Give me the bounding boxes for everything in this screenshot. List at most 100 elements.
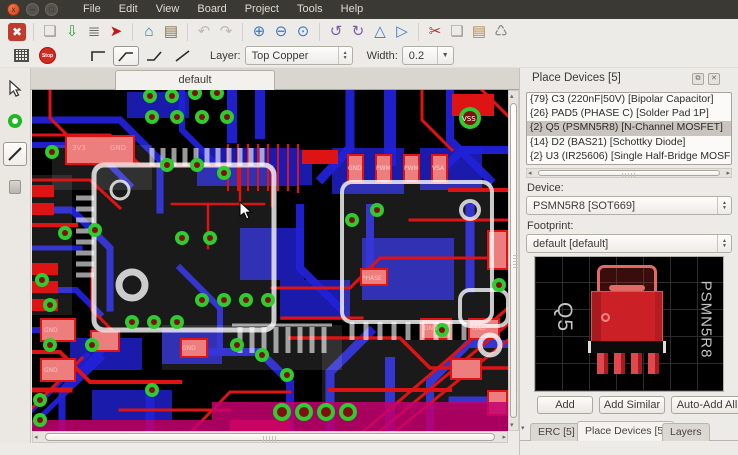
menu-project[interactable]: Project: [236, 0, 288, 19]
scroll-right-icon[interactable]: ▸: [502, 433, 506, 441]
menu-file[interactable]: File: [74, 0, 110, 19]
list-hscroll-thumb[interactable]: [538, 170, 720, 176]
net-label: GND: [182, 345, 196, 352]
list-item[interactable]: {79} C3 (220nF|50V) [Bipolar Capacitor]: [527, 93, 731, 107]
menu-tools[interactable]: Tools: [288, 0, 332, 19]
device-list-hscrollbar[interactable]: ◂ ▸: [526, 168, 732, 178]
cut-icon[interactable]: ✂: [424, 22, 446, 42]
scroll-left-icon[interactable]: ◂: [34, 433, 38, 441]
net-label: GND: [110, 144, 126, 152]
scroll-up-icon[interactable]: ▴: [510, 92, 514, 100]
preview-partname: PSMN5R8: [698, 281, 715, 359]
add-similar-button[interactable]: Add Similar: [599, 396, 665, 414]
minimize-window-icon[interactable]: –: [26, 3, 39, 16]
undo-icon[interactable]: ↶: [193, 22, 215, 42]
net-label: PWM: [404, 165, 419, 172]
redo-icon[interactable]: ↷: [215, 22, 237, 42]
list-item[interactable]: {2} U3 (IR25606) [Single Half-Bridge MOS…: [527, 150, 731, 164]
titlebar: x – □ File Edit View Board Project Tools…: [0, 0, 738, 19]
toolbar-separator: [33, 23, 34, 41]
spinner-icon[interactable]: ▲▼: [717, 197, 731, 214]
net-label: VSA: [432, 165, 445, 172]
home-icon[interactable]: ⌂: [138, 22, 160, 42]
delete-icon[interactable]: ♺: [490, 22, 512, 42]
package-leg: [631, 353, 642, 374]
scroll-down-icon[interactable]: ▾: [510, 421, 514, 429]
scroll-left-icon[interactable]: ◂: [528, 169, 532, 177]
panel-title: Place Devices [5]: [532, 72, 621, 84]
preview-refdes: Q5: [552, 302, 576, 332]
menu-help[interactable]: Help: [332, 0, 373, 19]
export-pdf-icon[interactable]: ➤: [105, 22, 127, 42]
spinner-icon[interactable]: ▲▼: [338, 47, 352, 64]
package-hole: [601, 313, 610, 322]
via-tool[interactable]: [3, 109, 27, 133]
close-board-icon[interactable]: ✖: [8, 23, 26, 41]
flip-vertical-icon[interactable]: △: [369, 22, 391, 42]
panel-bottom-tabs: ERC [5] Place Devices [5] Layers: [520, 420, 738, 441]
grid-icon[interactable]: [14, 49, 29, 62]
rotate-ccw-icon[interactable]: ↺: [325, 22, 347, 42]
menu-board[interactable]: Board: [188, 0, 235, 19]
route-style-direct-icon[interactable]: [169, 46, 195, 66]
flip-horizontal-icon[interactable]: ▷: [391, 22, 413, 42]
list-item-selected[interactable]: {2} Q5 (PSMN5R8) [N-Channel MOSFET]: [527, 121, 731, 135]
via-ring-icon: [8, 114, 22, 128]
buffer-tool[interactable]: [3, 175, 27, 199]
pointer-tool[interactable]: [3, 76, 27, 100]
footprint-select[interactable]: default [default] ▲▼: [526, 234, 732, 253]
tab-place-devices[interactable]: Place Devices [5]: [577, 421, 674, 441]
canvas-vscrollbar[interactable]: ▴ ▾: [508, 90, 519, 431]
route-style-straight-then-diag-icon[interactable]: [141, 46, 167, 66]
net-label: GND: [424, 325, 438, 332]
copy-icon[interactable]: ❏: [446, 22, 468, 42]
package-band: [588, 341, 666, 353]
line-tool[interactable]: [3, 142, 27, 166]
package-leg: [597, 353, 608, 374]
auto-add-all-button[interactable]: Auto-Add All: [671, 396, 738, 414]
detach-panel-icon[interactable]: ⧉: [692, 73, 704, 85]
zoom-out-icon[interactable]: ⊖: [270, 22, 292, 42]
chevron-down-icon[interactable]: ▼: [437, 47, 453, 64]
menu-edit[interactable]: Edit: [110, 0, 147, 19]
width-select[interactable]: 0.2 ▼: [402, 46, 454, 65]
zoom-in-icon[interactable]: ⊕: [248, 22, 270, 42]
route-style-orthogonal-icon[interactable]: [85, 46, 111, 66]
pad: [32, 185, 54, 197]
device-select[interactable]: PSMN5R8 [SOT669] ▲▼: [526, 196, 732, 215]
add-button[interactable]: Add: [537, 396, 593, 414]
spinner-icon[interactable]: ▲▼: [717, 235, 731, 252]
print-icon[interactable]: ≣: [83, 22, 105, 42]
vscroll-thumb[interactable]: [510, 103, 517, 418]
rotate-cw-icon[interactable]: ↻: [347, 22, 369, 42]
board-properties-icon[interactable]: ▤: [160, 22, 182, 42]
toolbar-route: Stop Layer: Top Copper ▲▼ Width: 0.2 ▼: [0, 44, 738, 68]
hscroll-thumb[interactable]: [45, 433, 495, 441]
paste-icon[interactable]: ▤: [468, 22, 490, 42]
list-item[interactable]: {14} D2 (BAS21) [Schottky Diode]: [527, 136, 731, 150]
route-style-diag-then-straight-icon[interactable]: [113, 46, 139, 66]
scroll-right-icon[interactable]: ▸: [726, 169, 730, 177]
stop-icon[interactable]: Stop: [39, 47, 56, 64]
close-window-icon[interactable]: x: [7, 3, 20, 16]
footprint-label: Footprint:: [527, 220, 573, 232]
menu-view[interactable]: View: [147, 0, 189, 19]
net-label: VSS: [462, 115, 476, 123]
list-item[interactable]: {26} PAD5 (PHASE C) [Solder Pad 1P]: [527, 107, 731, 121]
net-label: GND: [472, 325, 486, 332]
pcb-canvas[interactable]: 3V3GNDVSSGNDPWMPWMVSAGNDGNDGNDGNDPHASEGN…: [32, 90, 508, 431]
tab-layers[interactable]: Layers: [662, 423, 710, 441]
net-label: PHASE: [362, 275, 382, 282]
maximize-window-icon[interactable]: □: [45, 3, 58, 16]
new-file-icon[interactable]: ❏: [39, 22, 61, 42]
device-list[interactable]: {79} C3 (220nF|50V) [Bipolar Capacitor] …: [526, 92, 732, 165]
tab-default[interactable]: default: [115, 70, 275, 90]
save-icon[interactable]: ⇩: [61, 22, 83, 42]
layer-select[interactable]: Top Copper ▲▼: [245, 46, 353, 65]
tool-palette: [0, 68, 31, 455]
net-label: GND: [348, 165, 362, 172]
zoom-fit-icon[interactable]: ⊙: [292, 22, 314, 42]
close-panel-icon[interactable]: ✕: [708, 73, 720, 85]
tab-erc[interactable]: ERC [5]: [530, 423, 583, 441]
canvas-hscrollbar[interactable]: ◂ ▸: [32, 431, 508, 443]
